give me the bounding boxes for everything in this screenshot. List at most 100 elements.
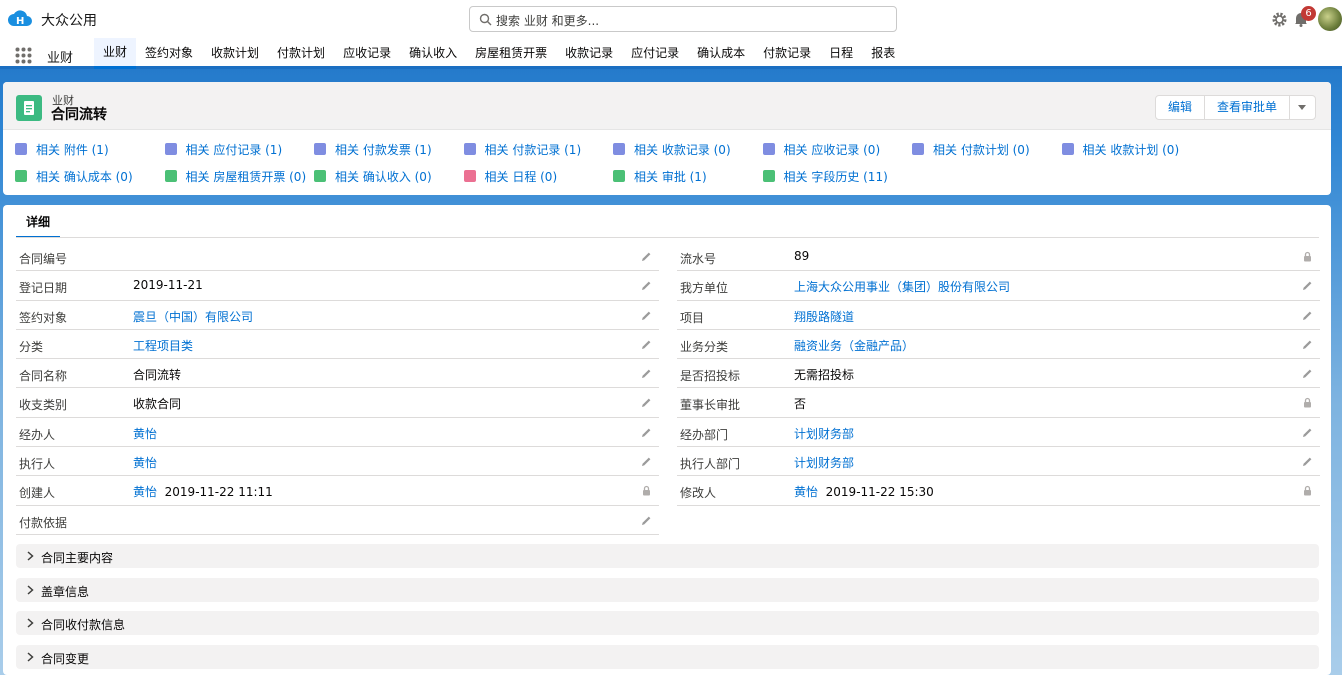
field-link[interactable]: 黄怡 <box>794 485 818 499</box>
field-link[interactable]: 计划财务部 <box>794 427 854 441</box>
nav-tab-payment-plan[interactable]: 付款计划 <box>268 38 334 69</box>
field-value: 否 <box>794 397 807 412</box>
nav-tab-yecai[interactable]: 业财 <box>94 38 137 69</box>
field-value: 融资业务（金融产品） <box>794 337 914 354</box>
related-link[interactable]: 相关 应收记录 (0) <box>762 141 913 157</box>
related-link[interactable]: 相关 确认成本 (0) <box>15 168 165 184</box>
pencil-icon[interactable] <box>641 397 652 408</box>
pencil-icon[interactable] <box>641 339 652 350</box>
field-handler: 经办人 黄怡 <box>16 418 659 448</box>
field-link[interactable]: 计划财务部 <box>794 456 854 470</box>
related-link[interactable]: 相关 付款记录 (1) <box>463 141 614 157</box>
related-link[interactable]: 相关 应付记录 (1) <box>164 141 315 157</box>
field-project: 项目 翔殷路隧道 <box>677 301 1320 330</box>
global-search-input[interactable]: 搜索 业财 和更多... <box>469 6 897 32</box>
pencil-icon[interactable] <box>641 368 652 379</box>
nav-tab-rent-invoice[interactable]: 房屋租赁开票 <box>466 38 556 69</box>
user-avatar[interactable] <box>1318 7 1342 31</box>
field-value: 2019-11-21 <box>133 278 203 293</box>
field-label: 执行人 <box>19 457 56 472</box>
field-label: 执行人部门 <box>680 457 741 472</box>
field-value: 收款合同 <box>133 397 182 412</box>
field-link[interactable]: 黄怡 <box>133 485 157 499</box>
stack-icon <box>1061 143 1074 155</box>
related-link[interactable]: 相关 审批 (1) <box>613 168 763 184</box>
pencil-icon[interactable] <box>1302 456 1313 467</box>
attachment-icon <box>15 143 27 155</box>
nav-tab-reports[interactable]: 报表 <box>862 38 904 69</box>
nav-tab-receipt-record[interactable]: 收款记录 <box>556 38 622 69</box>
field-label: 收支类别 <box>19 398 68 413</box>
field-label: 董事长审批 <box>680 398 741 413</box>
nav-tab-payment-record[interactable]: 付款记录 <box>754 38 820 69</box>
field-contract-number: 合同编号 <box>16 242 659 272</box>
related-link[interactable]: 相关 确认收入 (0) <box>314 168 464 184</box>
tab-detail[interactable]: 详细 <box>16 215 61 238</box>
related-link[interactable]: 相关 房屋租赁开票 (0) <box>164 168 315 184</box>
nav-tab-revenue-confirm[interactable]: 确认收入 <box>400 38 466 69</box>
field-value: 上海大众公用事业（集团）股份有限公司 <box>794 278 1010 295</box>
field-link[interactable]: 融资业务（金融产品） <box>794 339 914 353</box>
section-contract-change[interactable]: 合同变更 <box>16 645 1319 669</box>
search-placeholder: 搜索 业财 和更多... <box>496 14 600 28</box>
global-header: H 大众公用 搜索 业财 和更多... 6 <box>0 0 1342 38</box>
related-link[interactable]: 相关 日程 (0) <box>463 168 614 184</box>
tab-divider <box>16 237 1319 238</box>
field-link[interactable]: 黄怡 <box>133 456 157 470</box>
gear-icon[interactable] <box>1271 11 1288 28</box>
nav-tab-contract-party[interactable]: 签约对象 <box>136 38 202 69</box>
pencil-icon[interactable] <box>1302 280 1313 291</box>
related-link[interactable]: 相关 付款发票 (1) <box>314 141 464 157</box>
section-seal-info[interactable]: 盖章信息 <box>16 578 1319 602</box>
field-link[interactable]: 震旦（中国）有限公司 <box>133 310 253 324</box>
field-label: 经办人 <box>19 427 56 442</box>
related-link-label: 相关 确认成本 (0) <box>36 169 133 184</box>
pencil-icon[interactable] <box>641 280 652 291</box>
clipboard-icon <box>164 170 177 182</box>
nav-tab-cost-confirm[interactable]: 确认成本 <box>688 38 754 69</box>
field-income-expense-type: 收支类别 收款合同 <box>16 388 659 418</box>
field-link[interactable]: 黄怡 <box>133 427 157 441</box>
pencil-icon[interactable] <box>641 456 652 467</box>
related-link-label: 相关 确认收入 (0) <box>335 169 432 184</box>
related-link[interactable]: 相关 付款计划 (0) <box>912 141 1062 157</box>
edit-button[interactable]: 编辑 <box>1156 96 1206 119</box>
chevron-right-icon <box>27 585 34 595</box>
section-payment-info[interactable]: 合同收付款信息 <box>16 611 1319 635</box>
related-link-label: 相关 收款计划 (0) <box>1082 142 1180 157</box>
related-link[interactable]: 相关 字段历史 (11) <box>762 168 913 184</box>
section-contract-main-content[interactable]: 合同主要内容 <box>16 544 1319 568</box>
section-label: 合同收付款信息 <box>41 618 126 632</box>
record-icon <box>164 143 177 155</box>
field-link[interactable]: 翔殷路隧道 <box>794 310 854 324</box>
app-logo-icon[interactable]: H <box>8 8 32 30</box>
nav-tab-payable-record[interactable]: 应付记录 <box>622 38 688 69</box>
pencil-icon[interactable] <box>1302 310 1313 321</box>
related-link-label: 相关 审批 (1) <box>634 169 707 184</box>
chevron-right-icon <box>27 652 34 662</box>
more-actions-chevron-down-icon[interactable] <box>1290 96 1315 119</box>
pencil-icon[interactable] <box>641 310 652 321</box>
nav-tab-calendar[interactable]: 日程 <box>820 38 862 69</box>
pencil-icon[interactable] <box>1302 339 1313 350</box>
app-launcher-icon[interactable] <box>15 47 32 64</box>
pencil-icon[interactable] <box>1302 427 1313 438</box>
related-link[interactable]: 相关 收款记录 (0) <box>613 141 763 157</box>
pencil-icon[interactable] <box>641 251 652 262</box>
nav-tab-receivable-record[interactable]: 应收记录 <box>334 38 400 69</box>
related-link[interactable]: 相关 收款计划 (0) <box>1061 141 1212 157</box>
field-link[interactable]: 上海大众公用事业（集团）股份有限公司 <box>794 280 1010 294</box>
pencil-icon[interactable] <box>641 427 652 438</box>
related-link[interactable]: 相关 附件 (1) <box>15 141 165 157</box>
nav-tab-receipt-plan[interactable]: 收款计划 <box>202 38 268 69</box>
view-approval-button[interactable]: 查看审批单 <box>1205 96 1291 119</box>
pencil-icon[interactable] <box>1302 368 1313 379</box>
related-link-label: 相关 日程 (0) <box>484 169 558 184</box>
record-document-icon <box>16 95 42 121</box>
lock-icon <box>643 486 650 496</box>
pencil-icon[interactable] <box>641 515 652 526</box>
field-serial-number: 流水号 89 <box>677 242 1320 272</box>
section-label: 合同变更 <box>41 652 90 666</box>
app-name: 大众公用 <box>41 13 97 29</box>
field-link[interactable]: 工程项目类 <box>133 339 193 353</box>
